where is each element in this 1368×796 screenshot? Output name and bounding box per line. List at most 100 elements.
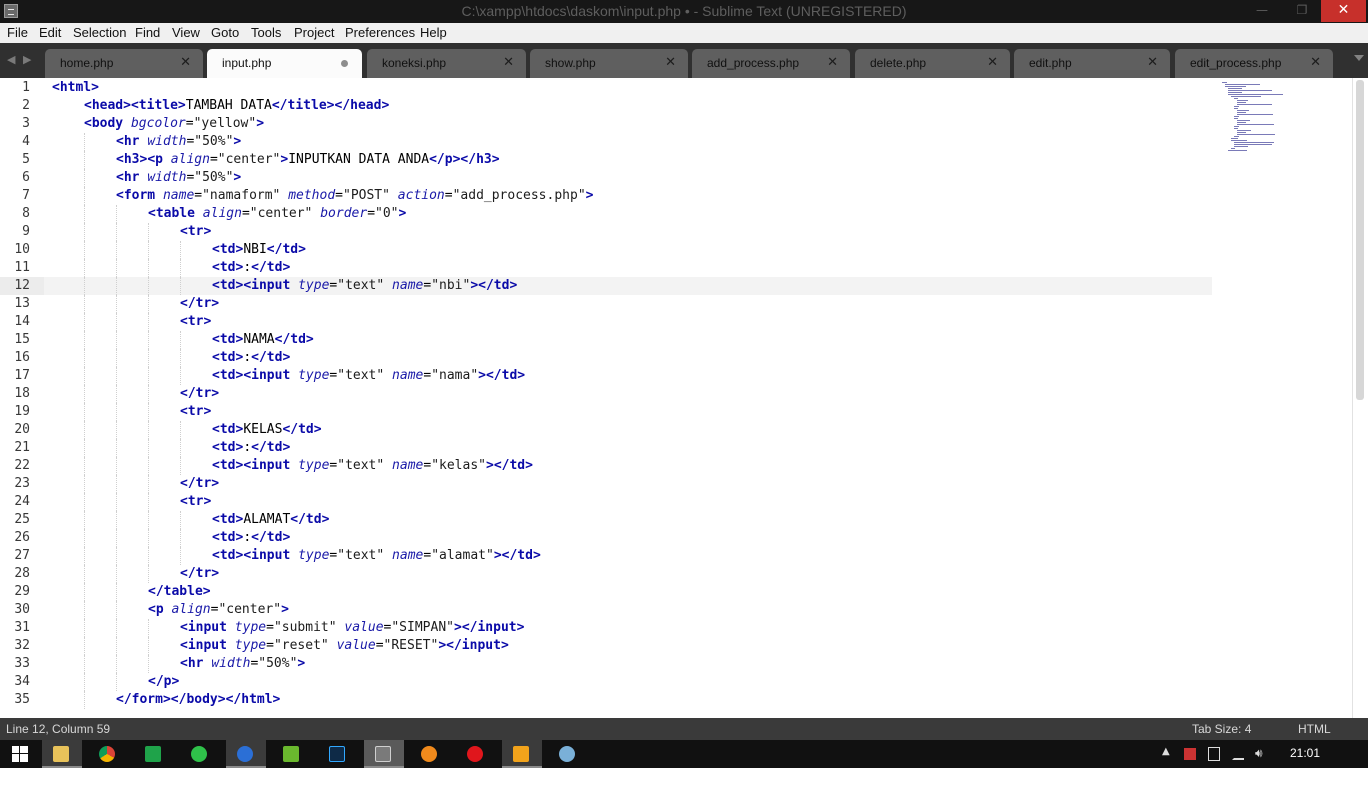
vertical-scrollbar[interactable] — [1352, 78, 1368, 718]
taskbar-sublime-text[interactable] — [364, 740, 404, 768]
code-line[interactable]: <table align="center" border="0"> — [148, 205, 406, 223]
indent-guide — [116, 493, 117, 511]
code-line[interactable]: <hr width="50%"> — [116, 169, 241, 187]
code-token: </table> — [148, 584, 211, 599]
minimap[interactable] — [1218, 78, 1348, 158]
code-line[interactable]: <tr> — [180, 313, 211, 331]
code-line[interactable]: <td><input type="text" name="nama"></td> — [212, 367, 525, 385]
battery-icon[interactable] — [1208, 747, 1220, 761]
code-line[interactable]: <html> — [52, 79, 99, 97]
code-line[interactable]: <tr> — [180, 403, 211, 421]
menu-selection[interactable]: Selection — [73, 25, 126, 40]
code-line[interactable]: <td><input type="text" name="alamat"></t… — [212, 547, 541, 565]
unsaved-dot-icon[interactable] — [341, 60, 348, 67]
code-line[interactable]: <td>:</td> — [212, 439, 290, 457]
taskbar-chrome[interactable] — [88, 740, 128, 768]
code-line[interactable]: </form></body></html> — [116, 691, 280, 709]
code-line[interactable]: </tr> — [180, 565, 219, 583]
close-button[interactable]: ✕ — [1321, 0, 1366, 22]
maximize-button[interactable]: ❐ — [1288, 0, 1316, 22]
code-line[interactable]: </tr> — [180, 475, 219, 493]
menu-view[interactable]: View — [172, 25, 200, 40]
code-editor[interactable]: 1 2 3 4 5 6 7 8 9 10 11 12 13 14 15 16 17 18 19 20 21 22 23 24 2… — [0, 78, 1352, 718]
menu-project[interactable]: Project — [294, 25, 334, 40]
line-number: 31 — [14, 620, 30, 635]
taskbar-media-player[interactable] — [502, 740, 542, 768]
tab-close-icon[interactable]: ✕ — [1147, 54, 1158, 70]
menu-edit[interactable]: Edit — [39, 25, 61, 40]
taskbar-line[interactable] — [180, 740, 220, 768]
code-line[interactable]: <td>NAMA</td> — [212, 331, 314, 349]
taskbar-opera[interactable] — [456, 740, 496, 768]
tab-edit-process-php[interactable]: edit_process.php ✕ — [1175, 49, 1333, 78]
tab-scroll-right-icon[interactable]: ▶ — [23, 53, 31, 66]
taskbar-file-explorer[interactable] — [42, 740, 82, 768]
taskbar-app-blue[interactable] — [226, 740, 266, 768]
code-line[interactable]: <tr> — [180, 223, 211, 241]
code-line[interactable]: <td>:</td> — [212, 259, 290, 277]
code-line[interactable]: <form name="namaform" method="POST" acti… — [116, 187, 593, 205]
tab-edit-php[interactable]: edit.php ✕ — [1014, 49, 1170, 78]
taskbar-photoshop[interactable] — [318, 740, 358, 768]
tab-show-php[interactable]: show.php ✕ — [530, 49, 688, 78]
tab-list-dropdown-icon[interactable] — [1354, 55, 1364, 61]
syntax-selector[interactable]: HTML — [1298, 722, 1331, 736]
tray-expand-icon[interactable]: ▲ — [1162, 746, 1170, 757]
code-line[interactable]: <td>:</td> — [212, 529, 290, 547]
tab-close-icon[interactable]: ✕ — [827, 54, 838, 70]
code-line[interactable]: <input type="submit" value="SIMPAN"></in… — [180, 619, 524, 637]
tab-input-php[interactable]: input.php — [207, 49, 362, 78]
volume-icon[interactable]: 🔊︎ — [1255, 746, 1263, 761]
code-line[interactable]: <td>:</td> — [212, 349, 290, 367]
code-line[interactable]: <td>ALAMAT</td> — [212, 511, 329, 529]
code-line[interactable]: <td><input type="text" name="nbi"></td> — [212, 277, 517, 295]
code-line[interactable]: <body bgcolor="yellow"> — [84, 115, 264, 133]
code-line[interactable]: <h3><p align="center">INPUTKAN DATA ANDA… — [116, 151, 500, 169]
menu-preferences[interactable]: Preferences — [345, 25, 415, 40]
tab-home-php[interactable]: home.php ✕ — [45, 49, 203, 78]
minimap-line — [1237, 100, 1248, 101]
tab-koneksi-php[interactable]: koneksi.php ✕ — [367, 49, 526, 78]
tab-close-icon[interactable]: ✕ — [1310, 54, 1321, 70]
code-line[interactable]: <head><title>TAMBAH DATA</title></head> — [84, 97, 389, 115]
code-line[interactable]: <td><input type="text" name="kelas"></td… — [212, 457, 533, 475]
code-token: "yellow" — [193, 116, 257, 131]
tab-scroll-left-icon[interactable]: ◀ — [7, 53, 15, 66]
menu-tools[interactable]: Tools — [251, 25, 281, 40]
menu-find[interactable]: Find — [135, 25, 160, 40]
code-line[interactable]: <td>KELAS</td> — [212, 421, 322, 439]
menu-file[interactable]: File — [7, 25, 28, 40]
taskbar-app-orange[interactable] — [410, 740, 450, 768]
code-line[interactable]: <hr width="50%"> — [180, 655, 305, 673]
line-number: 2 — [22, 98, 30, 113]
code-line[interactable]: <hr width="50%"> — [116, 133, 241, 151]
tab-add-process-php[interactable]: add_process.php ✕ — [692, 49, 850, 78]
tab-close-icon[interactable]: ✕ — [665, 54, 676, 70]
minimize-button[interactable]: — — [1248, 0, 1276, 22]
menu-goto[interactable]: Goto — [211, 25, 239, 40]
code-text-area[interactable]: <html> <head><title>TAMBAH DATA</title></… — [44, 78, 1212, 718]
code-line[interactable]: </p> — [148, 673, 179, 691]
start-button[interactable] — [0, 740, 38, 768]
taskbar-app-green[interactable] — [272, 740, 312, 768]
scrollbar-thumb[interactable] — [1356, 80, 1364, 400]
code-line[interactable]: </tr> — [180, 295, 219, 313]
taskbar-calculator[interactable] — [134, 740, 174, 768]
tab-close-icon[interactable]: ✕ — [180, 54, 191, 70]
code-line[interactable]: </tr> — [180, 385, 219, 403]
tab-delete-php[interactable]: delete.php ✕ — [855, 49, 1010, 78]
code-line[interactable]: <tr> — [180, 493, 211, 511]
tray-flag-icon[interactable] — [1184, 748, 1196, 760]
taskbar-paint[interactable] — [548, 740, 588, 768]
tab-close-icon[interactable]: ✕ — [987, 54, 998, 70]
network-icon[interactable] — [1232, 748, 1244, 760]
tab-size-selector[interactable]: Tab Size: 4 — [1192, 722, 1251, 736]
code-line[interactable]: </table> — [148, 583, 211, 601]
taskbar-clock[interactable]: 21:01 — [1290, 746, 1320, 760]
indent-guide — [148, 259, 149, 277]
menu-help[interactable]: Help — [420, 25, 447, 40]
code-line[interactable]: <input type="reset" value="RESET"></inpu… — [180, 637, 509, 655]
tab-close-icon[interactable]: ✕ — [503, 54, 514, 70]
code-line[interactable]: <td>NBI</td> — [212, 241, 306, 259]
code-line[interactable]: <p align="center"> — [148, 601, 289, 619]
